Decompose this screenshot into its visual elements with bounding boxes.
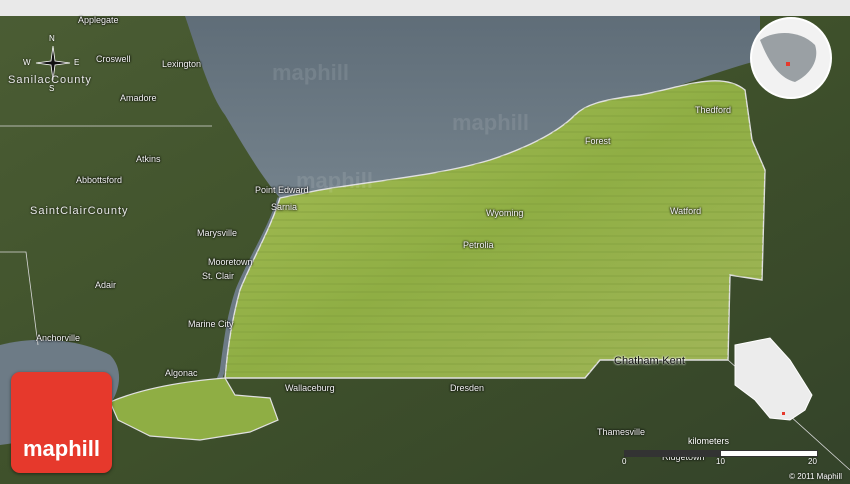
watermark: maphill xyxy=(452,110,530,135)
place-label: St. Clair xyxy=(202,271,235,281)
top-strip xyxy=(0,0,850,16)
place-label: Applegate xyxy=(78,15,119,25)
logo-text: maphill xyxy=(22,436,100,461)
maphill-logo[interactable]: maphill xyxy=(11,372,112,473)
county-label-sanilac: SanilacCounty xyxy=(8,74,92,86)
place-label: Sarnia xyxy=(271,202,298,212)
region-label: Chatham-Kent xyxy=(614,355,685,367)
place-label: Amadore xyxy=(120,93,157,103)
place-label: Thedford xyxy=(695,105,732,115)
place-label: Adair xyxy=(95,280,117,290)
place-label: Petrolia xyxy=(463,240,494,250)
place-label: Anchorville xyxy=(36,333,81,343)
place-label: Marine City xyxy=(188,319,234,329)
ontario-location-marker xyxy=(782,412,785,415)
place-label: Abbottsford xyxy=(76,175,123,185)
place-label: Point Edward xyxy=(255,185,309,195)
place-label: Mooretown xyxy=(208,257,253,267)
watermark: maphill xyxy=(272,60,350,85)
place-label: Forest xyxy=(585,136,611,146)
compass-w: W xyxy=(23,58,31,67)
compass-n: N xyxy=(49,34,55,43)
scale-tick: 10 xyxy=(716,457,725,466)
county-label-stclair: SaintClairCounty xyxy=(30,205,129,217)
scale-tick: 20 xyxy=(808,457,817,466)
place-label: Wallaceburg xyxy=(285,383,335,393)
place-label: Algonac xyxy=(165,368,198,378)
place-label: Atkins xyxy=(136,154,161,164)
scale-tick: 0 xyxy=(622,457,627,466)
scale-bar-graphic xyxy=(624,450,818,457)
globe-location-marker xyxy=(786,62,790,66)
place-label: Dresden xyxy=(450,383,485,393)
map-canvas[interactable]: maphill maphill maphill N S E W SanilacC… xyxy=(0,0,850,484)
scale-bar: kilometers 0 10 20 xyxy=(620,436,820,466)
map-background xyxy=(0,0,850,484)
place-label: Marysville xyxy=(197,228,238,238)
place-label: Lexington xyxy=(162,59,202,69)
compass-e: E xyxy=(74,58,80,67)
place-label: Wyoming xyxy=(486,208,524,218)
copyright: © 2011 Maphill xyxy=(789,472,842,481)
place-label: Watford xyxy=(670,206,702,216)
scale-title: kilometers xyxy=(688,436,730,446)
place-label: Croswell xyxy=(96,54,131,64)
